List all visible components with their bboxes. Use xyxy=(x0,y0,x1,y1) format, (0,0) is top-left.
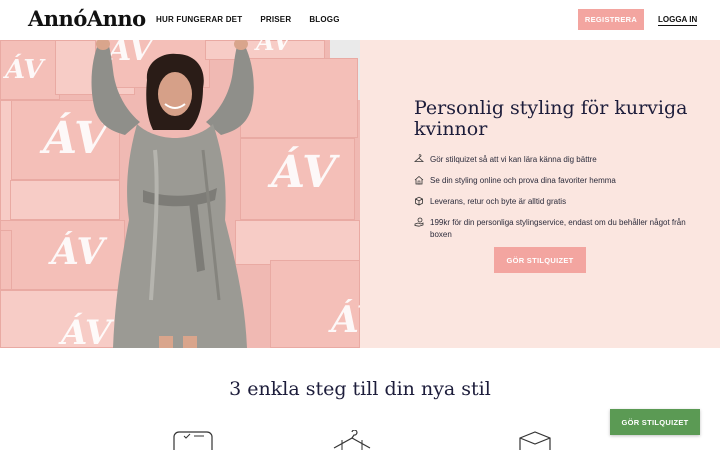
hero-content: Personlig styling för kurviga kvinnor Gö… xyxy=(414,98,694,250)
floating-quiz-button[interactable]: GÖR STILQUIZET xyxy=(610,409,700,435)
register-button[interactable]: REGISTRERA xyxy=(578,9,644,30)
hero-section: ÁV ÁV ÁV ÁV ÁV ÁV ÁV ÁV xyxy=(0,40,720,348)
take-quiz-button[interactable]: GÖR STILQUIZET xyxy=(494,247,586,273)
login-link[interactable]: LOGGA IN xyxy=(658,15,698,26)
nav-blog[interactable]: BLOGG xyxy=(309,15,339,24)
home-icon xyxy=(414,175,424,185)
feature-list: Gör stilquizet så att vi kan lära känna … xyxy=(414,154,694,241)
hero-title: Personlig styling för kurviga kvinnor xyxy=(414,97,688,140)
hanger-icon xyxy=(414,154,424,162)
feature-text: 199kr för din personliga stylingservice,… xyxy=(430,218,686,239)
box-icon xyxy=(415,196,423,206)
feature-item: Leverans, retur och byte är alltid grati… xyxy=(414,196,694,208)
hanger-icon xyxy=(333,430,371,450)
site-header: AnnóAnno HUR FUNGERAR DET PRISER BLOGG R… xyxy=(0,0,720,40)
box: ÁV xyxy=(0,40,60,100)
feature-item: 199kr för din personliga stylingservice,… xyxy=(414,217,694,241)
feature-item: Gör stilquizet så att vi kan lära känna … xyxy=(414,154,694,166)
feature-item: Se din styling online och prova dina fav… xyxy=(414,175,694,187)
box-icon xyxy=(519,431,551,450)
box xyxy=(0,230,12,290)
box: ÁV xyxy=(270,260,360,348)
feature-text: Gör stilquizet så att vi kan lära känna … xyxy=(430,155,597,164)
nav-prices[interactable]: PRISER xyxy=(260,15,291,24)
woman-figure xyxy=(91,40,254,348)
nav-how-it-works[interactable]: HUR FUNGERAR DET xyxy=(156,15,242,24)
steps-title: 3 enkla steg till din nya stil xyxy=(229,378,491,400)
phone-icon xyxy=(173,431,213,450)
main-nav: HUR FUNGERAR DET PRISER BLOGG xyxy=(156,15,340,24)
feature-text: Leverans, retur och byte är alltid grati… xyxy=(430,197,567,206)
feature-text: Se din styling online och prova dina fav… xyxy=(430,176,616,185)
money-hand-icon xyxy=(414,217,424,227)
logo[interactable]: AnnóAnno xyxy=(28,6,146,31)
hero-image: ÁV ÁV ÁV ÁV ÁV ÁV ÁV ÁV xyxy=(0,40,360,348)
